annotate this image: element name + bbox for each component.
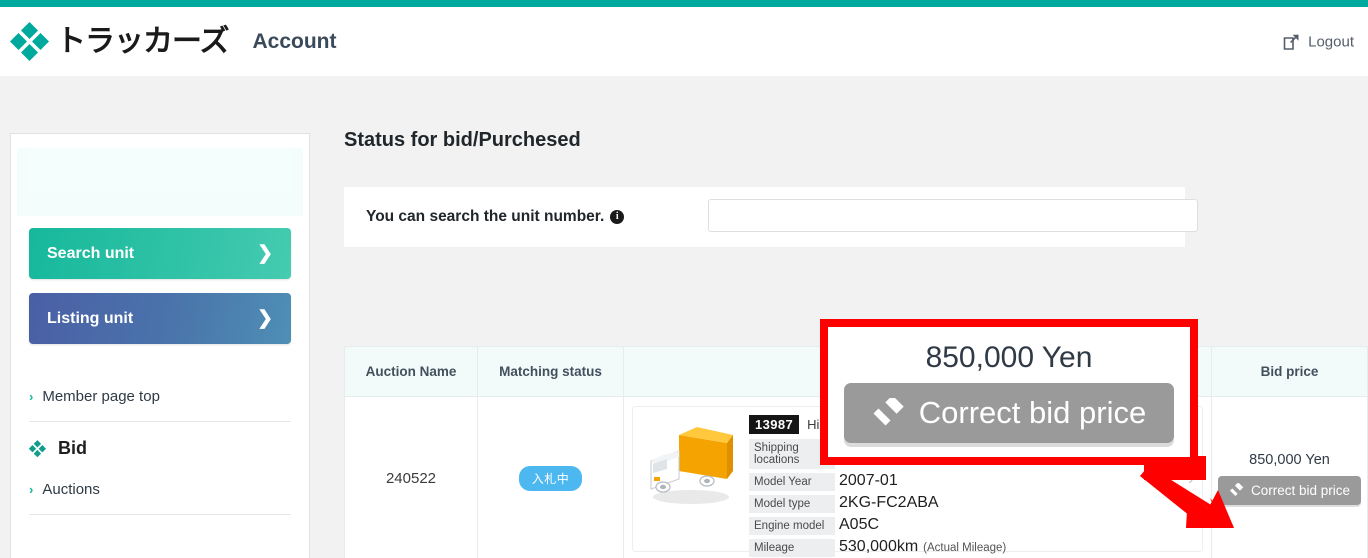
- page-body: Search unit ❯ Listing unit ❯ › Member pa…: [0, 76, 1368, 558]
- external-link-icon: [1282, 32, 1301, 51]
- search-label: You can search the unit number.: [366, 208, 605, 225]
- sidebar-item-member-page-top[interactable]: › Member page top: [29, 378, 291, 415]
- sidebar-auctions-label: Auctions: [42, 481, 100, 498]
- sidebar-group-bid-label: Bid: [58, 438, 87, 458]
- unit-number-search-input[interactable]: [708, 199, 1198, 232]
- sidebar-search-unit-label: Search unit: [47, 244, 135, 262]
- callout-correct-bid-price-label: Correct bid price: [918, 395, 1147, 430]
- spec-value-note: (Actual Mileage): [923, 542, 1007, 554]
- sidebar-user-panel-inner: [29, 148, 291, 192]
- column-header-matching-status: Matching status: [478, 347, 624, 396]
- site-header: トラッカーズ Account Logout: [0, 7, 1368, 76]
- sidebar-item-auctions[interactable]: › Auctions: [29, 471, 291, 508]
- column-header-auction-name: Auction Name: [345, 347, 478, 396]
- spec-value: 2007-01: [839, 472, 898, 489]
- spec-value: 530,000km: [839, 538, 919, 555]
- chevron-right-icon: ❯: [257, 243, 273, 264]
- search-label-group: You can search the unit number. i: [366, 208, 625, 226]
- spec-value: 2KG-FC2ABA: [839, 494, 939, 511]
- sidebar-item-search-unit[interactable]: Search unit ❯: [29, 228, 291, 279]
- top-accent-bar: [0, 0, 1368, 7]
- page-section-title: Account: [252, 29, 337, 53]
- sidebar-member-page-top-label: Member page top: [42, 388, 160, 405]
- spec-key: Model Year: [749, 473, 835, 491]
- spec-key: Model type: [749, 495, 835, 513]
- info-icon[interactable]: i: [610, 210, 625, 224]
- diamond-cluster-logo-icon: [10, 20, 54, 64]
- truck-illustration-icon: [641, 417, 737, 513]
- red-arrow-pointer-icon: [1140, 456, 1234, 528]
- logout-label: Logout: [1308, 33, 1354, 50]
- gavel-icon: [872, 395, 906, 428]
- page-root: トラッカーズ Account Logout Search unit ❯ List…: [0, 0, 1368, 558]
- cell-auction-name: 240522: [345, 397, 478, 558]
- spec-row-model-type: Model type 2KG-FC2ABA: [749, 494, 1196, 513]
- spec-key: Engine model: [749, 517, 835, 535]
- spec-key: Mileage: [749, 539, 835, 557]
- spec-row-model-year: Model Year 2007-01: [749, 472, 1196, 491]
- brand-logo[interactable]: トラッカーズ: [10, 20, 229, 64]
- sidebar-item-listing-unit[interactable]: Listing unit ❯: [29, 293, 291, 344]
- sidebar: Search unit ❯ Listing unit ❯ › Member pa…: [10, 133, 310, 558]
- column-header-bid-price: Bid price: [1260, 364, 1319, 379]
- sidebar-user-panel: [17, 148, 303, 216]
- diamond-icon: [28, 439, 47, 458]
- zoom-callout-overlay: 850,000 Yen Correct bid price: [820, 319, 1198, 465]
- logout-button[interactable]: Logout: [1282, 32, 1354, 51]
- sidebar-divider: [29, 514, 291, 515]
- sidebar-group-bid: Bid: [28, 422, 291, 471]
- status-badge: 入札中: [518, 465, 583, 491]
- unit-search-card: You can search the unit number. i: [344, 187, 1198, 247]
- callout-correct-bid-price-button[interactable]: Correct bid price: [843, 383, 1175, 443]
- page-title: Status for bid/Purchesed: [344, 129, 581, 151]
- callout-bid-amount: 850,000 Yen: [925, 341, 1093, 374]
- spec-row-mileage: Mileage 530,000km (Actual Mileage): [749, 538, 1196, 557]
- arrow-right-icon: ›: [29, 482, 34, 497]
- spec-value: A05C: [839, 516, 880, 533]
- unit-id-badge: 13987: [749, 415, 800, 434]
- brand-logo-text: トラッカーズ: [56, 24, 229, 58]
- cell-matching-status: 入札中: [478, 397, 624, 558]
- spec-row-engine-model: Engine model A05C: [749, 516, 1196, 535]
- arrow-right-icon: ›: [29, 389, 34, 404]
- sidebar-listing-unit-label: Listing unit: [47, 309, 134, 327]
- chevron-right-icon: ❯: [257, 308, 273, 329]
